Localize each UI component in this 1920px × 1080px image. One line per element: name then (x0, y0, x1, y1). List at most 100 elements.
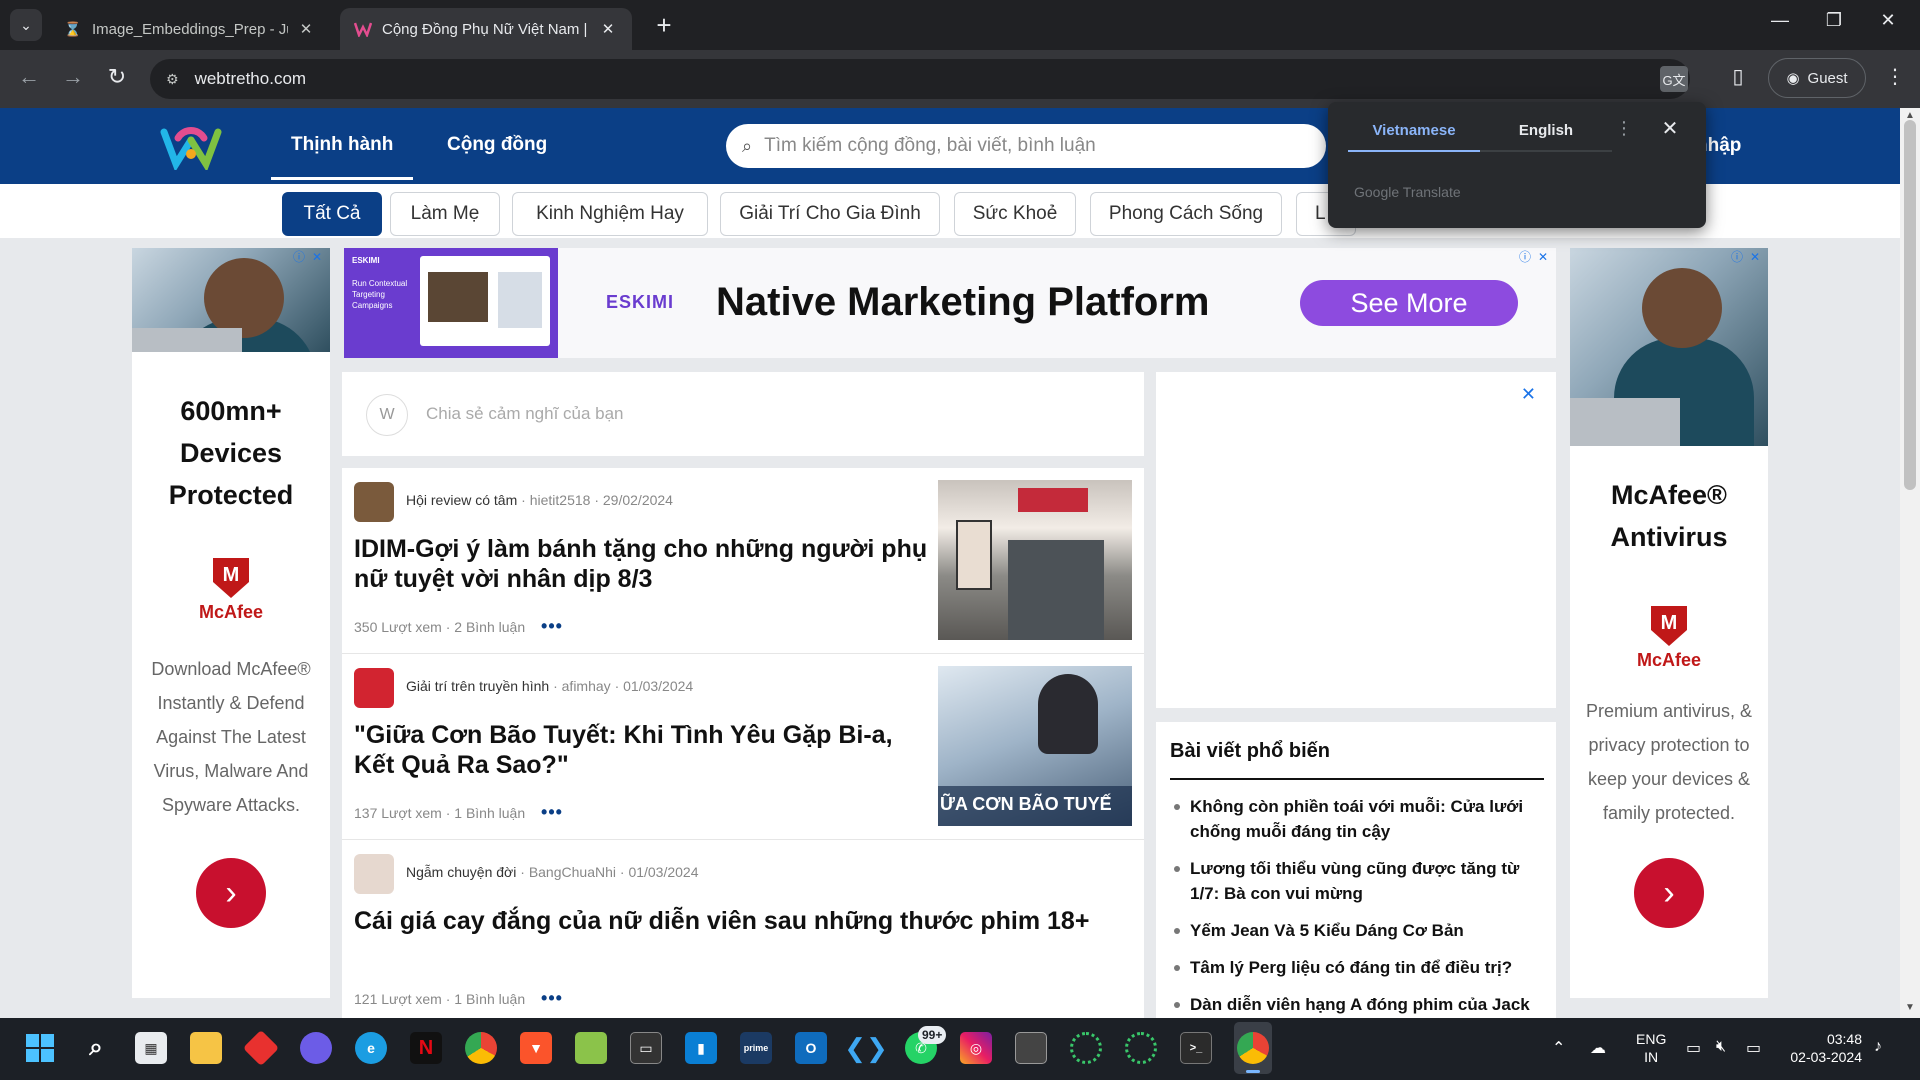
comment-count[interactable]: 1 Bình luận (454, 991, 525, 1007)
translate-options-icon[interactable]: ⋮ (1614, 118, 1634, 139)
ad-next-button[interactable]: › (1634, 858, 1704, 928)
category-parenting[interactable]: Làm Mẹ (390, 192, 500, 236)
browser-tab-jupyter[interactable]: ⌛ Image_Embeddings_Prep - Jupy ✕ (50, 8, 330, 50)
profile-button[interactable]: ◉ Guest (1768, 58, 1866, 98)
author-name[interactable]: hietit2518 (530, 492, 591, 508)
chrome-icon[interactable] (465, 1032, 497, 1064)
ad-close-icon[interactable]: ✕ (1748, 250, 1762, 264)
app-window-icon[interactable] (1015, 1032, 1047, 1064)
outlook-icon[interactable]: O (795, 1032, 827, 1064)
scroll-down-icon[interactable]: ▼ (1900, 1002, 1920, 1013)
eskimi-banner-ad[interactable]: ESKIMI Run Contextual Targeting Campaign… (344, 248, 1556, 358)
app-green-ring-icon-2[interactable] (1125, 1032, 1157, 1064)
image-app-icon[interactable] (575, 1032, 607, 1064)
category-tips[interactable]: Kinh Nghiệm Hay (512, 192, 708, 236)
browser-menu-icon[interactable]: ⋮ (1880, 64, 1910, 89)
close-window-icon[interactable]: ✕ (1868, 10, 1908, 31)
ad-close-icon[interactable]: ✕ (310, 250, 324, 264)
close-ad-icon[interactable]: ✕ (1521, 384, 1536, 405)
language-tab-english[interactable]: English (1480, 120, 1612, 152)
command-prompt-icon[interactable]: >_ (1180, 1032, 1212, 1064)
onedrive-cloud-icon[interactable]: ☁ (1590, 1038, 1606, 1058)
post-card[interactable]: Ngẫm chuyện đời · BangChuaNhi · 01/03/20… (342, 840, 1144, 1018)
category-family-entertainment[interactable]: Giải Trí Cho Gia Đình (720, 192, 940, 236)
more-options-icon[interactable]: ••• (541, 802, 563, 822)
windows-start-icon[interactable] (24, 1032, 56, 1064)
more-options-icon[interactable]: ••• (541, 988, 563, 1008)
author-name[interactable]: BangChuaNhi (529, 864, 616, 880)
app-blue-icon[interactable]: ▮ (685, 1032, 717, 1064)
network-icon[interactable]: ▭ (1686, 1038, 1701, 1058)
prime-video-icon[interactable]: prime (740, 1032, 772, 1064)
back-icon[interactable]: ← (14, 64, 44, 90)
close-tab-icon[interactable]: ✕ (296, 20, 316, 38)
right-side-ad[interactable]: ⓘ ✕ McAfee® Antivirus McAfee Premium ant… (1570, 248, 1768, 998)
community-name[interactable]: Hội review có tâm (406, 492, 517, 508)
post-title[interactable]: IDIM-Gợi ý làm bánh tặng cho những người… (354, 534, 934, 594)
left-side-ad[interactable]: ⓘ ✕ 600mn+ Devices Protected McAfee Down… (132, 248, 330, 998)
translate-close-icon[interactable]: ✕ (1658, 116, 1682, 141)
netflix-icon[interactable]: N (410, 1032, 442, 1064)
maximize-icon[interactable]: ❐ (1814, 10, 1854, 31)
webtretho-logo[interactable] (160, 124, 222, 172)
address-bar[interactable]: ⚙ webtretho.com (150, 59, 1690, 99)
adchoices-icon[interactable]: ⓘ (1518, 250, 1532, 264)
instagram-icon[interactable]: ◎ (960, 1032, 992, 1064)
site-info-icon[interactable]: ⚙ (166, 71, 179, 88)
nav-trending[interactable]: Thịnh hành (270, 134, 414, 180)
adchoices-icon[interactable]: ⓘ (292, 250, 306, 264)
community-avatar[interactable] (354, 854, 394, 894)
popular-item[interactable]: Không còn phiền toái với muỗi: Cửa lưới … (1170, 794, 1544, 844)
language-indicator[interactable]: ENG IN (1636, 1030, 1666, 1066)
forward-icon[interactable]: → (58, 64, 88, 90)
search-icon[interactable]: ⌕ (80, 1032, 112, 1064)
page-scrollbar[interactable]: ▲ ▼ (1900, 108, 1920, 1018)
comment-count[interactable]: 1 Bình luận (454, 805, 525, 821)
language-tab-vietnamese[interactable]: Vietnamese (1348, 120, 1480, 152)
notification-bell-icon[interactable]: ♪ (1874, 1038, 1882, 1056)
minimize-icon[interactable]: — (1760, 10, 1800, 31)
author-name[interactable]: afimhay (562, 678, 611, 694)
brave-icon[interactable]: ▼ (520, 1032, 552, 1064)
category-all[interactable]: Tất Cả (282, 192, 382, 236)
post-composer[interactable]: W Chia sẻ cảm nghĩ của bạn (342, 372, 1144, 456)
adchoices-icon[interactable]: ⓘ (1730, 250, 1744, 264)
post-title[interactable]: Cái giá cay đắng của nữ diễn viên sau nh… (354, 906, 1114, 936)
category-lifestyle[interactable]: Phong Cách Sống (1090, 192, 1282, 236)
ad-close-icon[interactable]: ✕ (1536, 250, 1550, 264)
volume-muted-icon[interactable]: 🔇︎ (1716, 1038, 1726, 1056)
terminal-window-icon[interactable]: ▭ (630, 1032, 662, 1064)
store-icon[interactable]: ▦ (135, 1032, 167, 1064)
reload-icon[interactable]: ↻ (102, 64, 132, 90)
comment-count[interactable]: 2 Bình luận (454, 619, 525, 635)
community-avatar[interactable] (354, 668, 394, 708)
popular-item[interactable]: Tâm lý Perg liệu có đáng tin để điều trị… (1170, 955, 1544, 980)
app-green-ring-icon[interactable] (1070, 1032, 1102, 1064)
post-card[interactable]: Hội review có tâm · hietit2518 · 29/02/2… (342, 468, 1144, 654)
chrome-active-icon[interactable] (1237, 1032, 1269, 1064)
site-search-input[interactable]: ⌕ Tìm kiếm cộng đồng, bài viết, bình luậ… (726, 124, 1326, 168)
post-card[interactable]: Giải trí trên truyền hình · afimhay · 01… (342, 654, 1144, 840)
category-health[interactable]: Sức Khoẻ (954, 192, 1076, 236)
side-panel-icon[interactable]: ▯ (1726, 64, 1750, 92)
popular-item[interactable]: Lương tối thiểu vùng cũng được tăng từ 1… (1170, 856, 1544, 906)
more-options-icon[interactable]: ••• (541, 616, 563, 636)
community-name[interactable]: Ngẫm chuyện đời (406, 864, 516, 880)
community-name[interactable]: Giải trí trên truyền hình (406, 678, 549, 694)
tab-search-button[interactable]: ⌄ (10, 9, 42, 41)
popular-item[interactable]: Yếm Jean Và 5 Kiểu Dáng Cơ Bản (1170, 918, 1544, 943)
popular-item[interactable]: Dàn diễn viên hạng A đóng phim của Jack (1170, 992, 1544, 1017)
system-clock[interactable]: 03:48 02-03-2024 (1786, 1030, 1862, 1066)
community-avatar[interactable] (354, 482, 394, 522)
post-thumbnail[interactable] (938, 480, 1132, 640)
tray-chevron-up-icon[interactable]: ⌃ (1552, 1038, 1565, 1058)
new-tab-button[interactable]: + (650, 12, 678, 40)
scrollbar-thumb[interactable] (1904, 120, 1916, 490)
post-title[interactable]: "Giữa Cơn Bão Tuyết: Khi Tình Yêu Gặp Bi… (354, 720, 934, 780)
app-red-icon[interactable] (242, 1029, 280, 1067)
nav-community[interactable]: Cộng đồng (447, 134, 547, 156)
file-explorer-icon[interactable] (190, 1032, 222, 1064)
translate-icon[interactable]: G文 (1660, 66, 1688, 92)
browser-tab-webtretho[interactable]: Cộng Đồng Phụ Nữ Việt Nam | ✕ (340, 8, 632, 50)
battery-icon[interactable]: ▭ (1746, 1038, 1761, 1058)
